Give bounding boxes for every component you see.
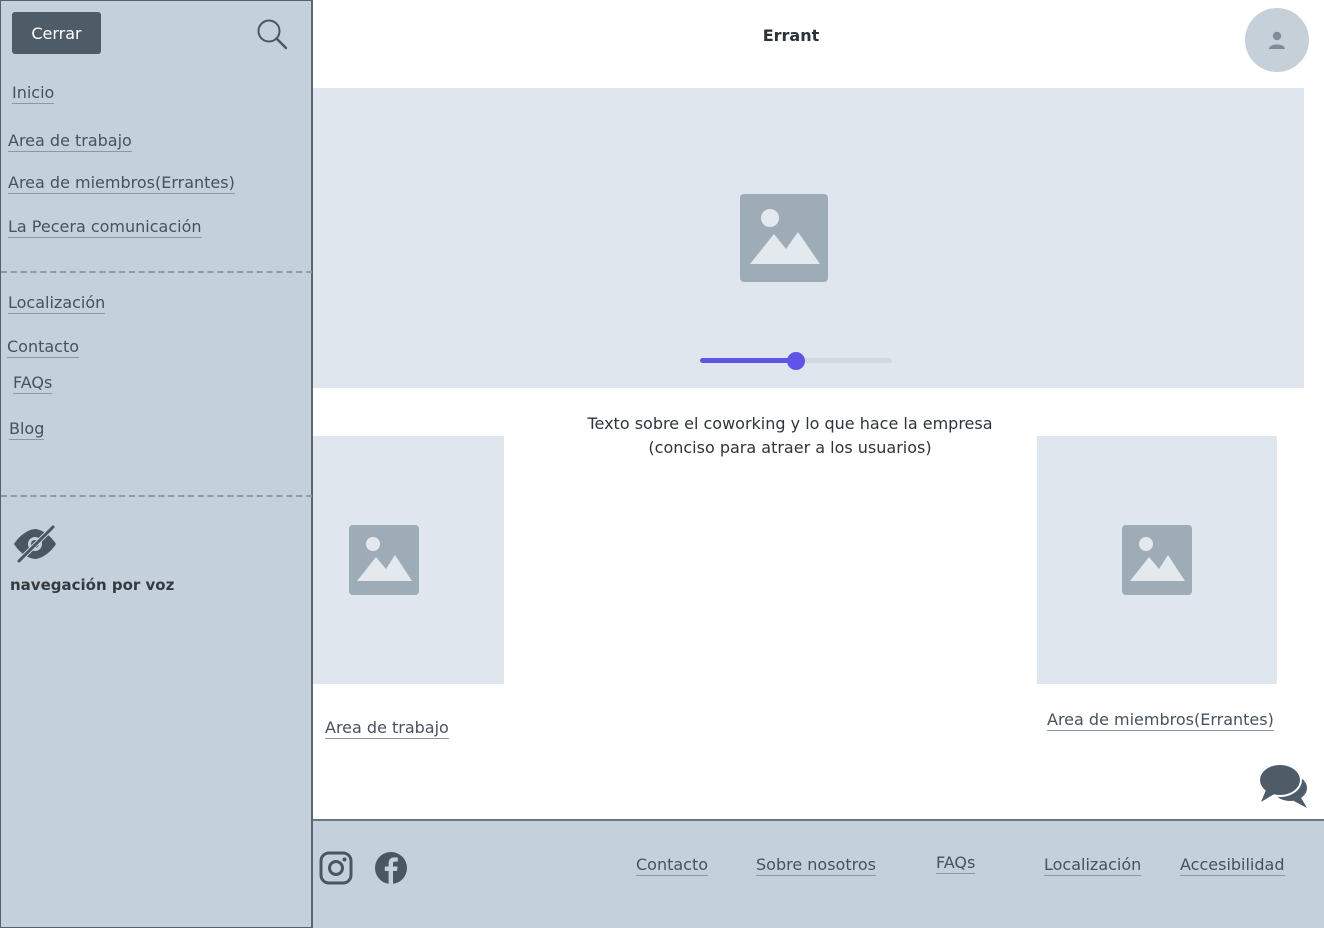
voice-navigation-label: navegación por voz bbox=[10, 576, 175, 594]
image-placeholder-icon bbox=[349, 525, 419, 595]
search-icon[interactable] bbox=[255, 17, 289, 51]
card-link-area-de-miembros[interactable]: Area de miembros(Errantes) bbox=[1047, 710, 1274, 731]
sidebar-item-contacto[interactable]: Contacto bbox=[7, 337, 80, 358]
hero-carousel-slider[interactable] bbox=[700, 352, 892, 370]
sidebar-divider bbox=[1, 495, 312, 497]
image-placeholder-icon bbox=[1122, 525, 1192, 595]
footer-link-faqs[interactable]: FAQs bbox=[936, 853, 976, 874]
sidebar-item-area-de-trabajo[interactable]: Area de trabajo bbox=[8, 131, 132, 152]
chat-icon[interactable] bbox=[1256, 760, 1310, 812]
facebook-icon[interactable] bbox=[374, 851, 408, 885]
sidebar: Cerrar Inicio Area de trabajo Area de mi… bbox=[0, 0, 313, 928]
sidebar-item-localizacion[interactable]: Localización bbox=[8, 293, 106, 314]
sidebar-item-faqs[interactable]: FAQs bbox=[13, 373, 53, 394]
footer-link-sobre-nosotros[interactable]: Sobre nosotros bbox=[756, 855, 876, 876]
close-sidebar-button[interactable]: Cerrar bbox=[12, 12, 101, 54]
eye-off-icon[interactable] bbox=[11, 523, 59, 565]
sidebar-divider bbox=[1, 271, 312, 273]
image-placeholder-icon bbox=[740, 194, 828, 282]
footer-link-contacto[interactable]: Contacto bbox=[636, 855, 709, 876]
intro-line: (conciso para atraer a los usuarios) bbox=[648, 438, 932, 457]
page-title: Errant bbox=[762, 26, 820, 45]
sidebar-item-blog[interactable]: Blog bbox=[9, 419, 45, 440]
card-link-area-de-trabajo[interactable]: Area de trabajo bbox=[325, 718, 449, 739]
user-icon bbox=[1269, 31, 1285, 49]
intro-line: Texto sobre el coworking y lo que hace l… bbox=[587, 414, 993, 433]
footer-link-localizacion[interactable]: Localización bbox=[1044, 855, 1142, 876]
sidebar-item-area-de-miembros[interactable]: Area de miembros(Errantes) bbox=[8, 173, 235, 194]
avatar[interactable] bbox=[1245, 8, 1309, 72]
instagram-icon[interactable] bbox=[319, 851, 353, 885]
slider-fill bbox=[700, 358, 796, 363]
page: Cerrar Inicio Area de trabajo Area de mi… bbox=[0, 0, 1324, 928]
sidebar-item-inicio[interactable]: Inicio bbox=[12, 83, 55, 104]
footer: Contacto Sobre nosotros FAQs Localizació… bbox=[313, 819, 1324, 928]
footer-link-accesibilidad[interactable]: Accesibilidad bbox=[1180, 855, 1285, 876]
slider-thumb[interactable] bbox=[787, 352, 805, 370]
intro-text: Texto sobre el coworking y lo que hace l… bbox=[560, 412, 1020, 460]
sidebar-item-la-pecera[interactable]: La Pecera comunicación bbox=[8, 217, 202, 238]
